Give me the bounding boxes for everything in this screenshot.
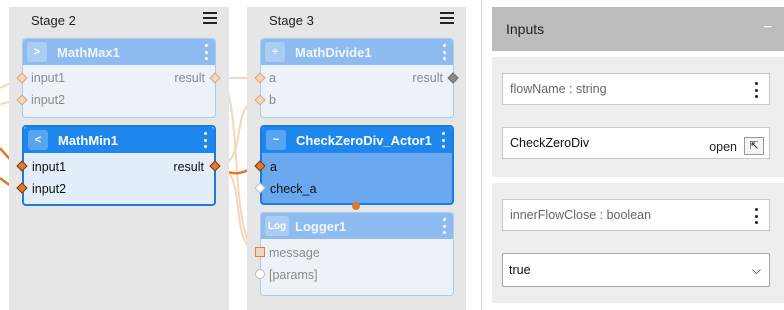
input-port-label: check_a [270, 182, 317, 196]
hamburger-menu-icon[interactable] [440, 12, 454, 26]
field-type-label: innerFlowClose : boolean [510, 208, 652, 222]
kebab-menu-icon[interactable] [204, 132, 208, 148]
chevron-down-icon: ⌵ [751, 263, 761, 277]
output-port-label: result [173, 160, 204, 174]
node-mathmin[interactable]: < MathMin1 input1 input2 result [22, 125, 216, 206]
flowname-value: CheckZeroDiv [510, 136, 590, 150]
flowname-type-field: flowName : string [502, 73, 770, 105]
input-port-label: message [269, 246, 320, 260]
connector-dot[interactable] [352, 202, 360, 210]
kebab-menu-icon[interactable] [755, 82, 759, 98]
input-port-label: [params] [269, 268, 318, 282]
hamburger-menu-icon[interactable] [203, 12, 217, 26]
panel-title: Inputs [506, 21, 545, 37]
node-title: MathMax1 [57, 44, 120, 60]
log-icon: Log [265, 216, 289, 236]
input-port-label: input1 [32, 160, 67, 174]
node-checkzerodiv[interactable]: ~ CheckZeroDiv_Actor1 a check_a [260, 125, 454, 205]
input-port-label: input2 [32, 182, 67, 196]
node-header[interactable]: > MathMax1 [23, 39, 215, 65]
stage-title: Stage 3 [269, 13, 314, 28]
input-group-innerflowclose: innerFlowClose : boolean true ⌵ [492, 183, 784, 303]
divide-icon: ÷ [265, 42, 285, 62]
node-header[interactable]: Log Logger1 [261, 213, 453, 239]
input-group-flowname: flowName : string CheckZeroDiv open ⇱ [492, 57, 784, 177]
node-header[interactable]: ~ CheckZeroDiv_Actor1 [262, 127, 452, 153]
output-port-label: result [174, 71, 205, 85]
panel-header[interactable]: Inputs − [492, 7, 784, 51]
greater-than-icon: > [27, 42, 47, 62]
node-title: Logger1 [295, 218, 347, 234]
output-port-label: result [412, 71, 443, 85]
open-label[interactable]: open [709, 140, 737, 154]
input-port-label: a [270, 160, 277, 174]
kebab-menu-icon[interactable] [442, 132, 446, 148]
input-port-label: input2 [31, 93, 66, 107]
node-title: MathMin1 [58, 132, 118, 148]
input-port-label: b [269, 93, 276, 107]
node-mathdivide[interactable]: ÷ MathDivide1 a b result [260, 38, 454, 118]
node-title: MathDivide1 [295, 44, 372, 60]
select-value: true [509, 263, 531, 277]
node-header[interactable]: ÷ MathDivide1 [261, 39, 453, 65]
node-mathmax[interactable]: > MathMax1 input1 input2 result [22, 38, 216, 118]
less-than-icon: < [28, 130, 48, 150]
node-logger[interactable]: Log Logger1 message [params] [260, 212, 454, 296]
collapse-icon[interactable]: − [763, 19, 777, 39]
inputs-panel: Inputs − flowName : string CheckZeroDiv … [481, 0, 784, 310]
innerflowclose-select[interactable]: true ⌵ [502, 253, 770, 287]
node-header[interactable]: < MathMin1 [24, 127, 214, 153]
kebab-menu-icon[interactable] [205, 44, 209, 60]
input-port-label: a [269, 71, 276, 85]
flowname-value-field[interactable]: CheckZeroDiv open ⇱ [502, 127, 770, 159]
flow-editor: Stage 2 Stage 3 > MathMax1 input1 input2… [0, 0, 784, 310]
kebab-menu-icon[interactable] [443, 44, 447, 60]
innerflowclose-type-field: innerFlowClose : boolean [502, 199, 770, 231]
kebab-menu-icon[interactable] [755, 208, 759, 224]
input-pin-square[interactable] [255, 247, 265, 257]
input-port-label: input1 [31, 71, 66, 85]
stage-title: Stage 2 [31, 13, 76, 28]
tilde-icon: ~ [266, 130, 286, 150]
kebab-menu-icon[interactable] [443, 218, 447, 234]
input-pin-circle[interactable] [255, 269, 265, 279]
node-title: CheckZeroDiv_Actor1 [296, 132, 432, 148]
field-type-label: flowName : string [510, 82, 607, 96]
open-external-icon[interactable]: ⇱ [744, 137, 764, 155]
